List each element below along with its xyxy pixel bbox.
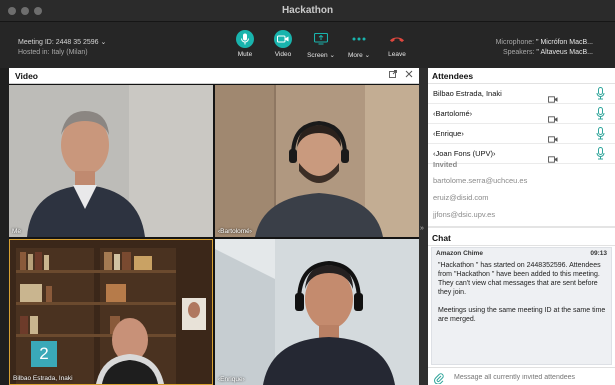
message-sender: Amazon Chime [436, 250, 483, 257]
hosted-in: Hosted in: Italy (Milan) [18, 49, 88, 56]
attendee-row[interactable]: ‹Enrique› [428, 124, 615, 144]
microphone-icon [596, 107, 605, 125]
participant-video [215, 85, 419, 237]
attendees-header: Attendees [428, 68, 615, 84]
meeting-info: Meeting ID: 2448 35 2596 ⌄ Hosted in: It… [18, 38, 106, 58]
leave-label: Leave [388, 51, 406, 58]
attendee-list: Bilbao Estrada, Inaki ‹Bartolomé› ‹Enriq… [428, 84, 615, 164]
chat-header: Chat [428, 230, 615, 246]
speakers-value: " Altaveus MacB... [536, 49, 593, 56]
attendees-title: Attendees [432, 71, 474, 81]
attendee-name: ‹Joan Fons (UPV)› [433, 149, 496, 158]
meeting-id[interactable]: Meeting ID: 2448 35 2596 ⌄ [18, 38, 106, 48]
attachment-icon[interactable] [434, 371, 444, 385]
invited-item[interactable]: eruiz@disid.com [433, 193, 489, 202]
section-divider[interactable] [428, 226, 615, 228]
message-body: "Hackathon " has started on 2448352596. … [438, 261, 608, 324]
invited-heading: Invited [433, 160, 458, 169]
call-controls: Mute Video Screen ⌄ More ⌄ Leave [226, 30, 416, 59]
video-tile-me[interactable]: Me [9, 85, 213, 237]
microphone-icon [596, 127, 605, 145]
speakers-label: Speakers: [502, 49, 535, 56]
chat-message: Amazon Chime 09:13 "Hackathon " has star… [431, 247, 612, 365]
more-label: More ⌄ [347, 52, 371, 59]
attendee-name: Bilbao Estrada, Inaki [433, 89, 502, 98]
title-bar: Hackathon [0, 0, 615, 22]
video-camera-icon [274, 30, 292, 48]
tile-label: Bilbao Estrada, Inaki [13, 375, 73, 382]
video-camera-icon [548, 150, 558, 168]
screen-share-button[interactable]: Screen ⌄ [302, 30, 340, 59]
video-panel-header: Video [9, 68, 419, 84]
microphone-selector[interactable]: Microphone: " Micrófon MacB... [496, 38, 593, 48]
video-panel-actions [389, 70, 413, 80]
screen-label: Screen ⌄ [307, 52, 335, 59]
pop-out-icon[interactable] [389, 70, 397, 80]
window-title: Hackathon [281, 5, 334, 16]
microphone-icon [236, 30, 254, 48]
message-paragraph: Meetings using the same meeting ID at th… [438, 307, 606, 323]
speakers-selector[interactable]: Speakers: " Altaveus MacB... [496, 48, 593, 58]
invited-item[interactable]: jjfons@dsic.upv.es [433, 210, 495, 219]
more-button[interactable]: More ⌄ [340, 30, 378, 59]
mute-label: Mute [237, 51, 253, 58]
tile-label: ‹Enrique› [218, 376, 245, 383]
chime-window: Hackathon Meeting ID: 2448 35 2596 ⌄ Hos… [0, 0, 615, 385]
attendee-name: ‹Bartolomé› [433, 109, 473, 118]
attendee-row[interactable]: Bilbao Estrada, Inaki [428, 84, 615, 104]
side-panel: Attendees Bilbao Estrada, Inaki ‹Bartolo… [428, 68, 615, 385]
participant-video [215, 239, 419, 385]
microphone-icon [596, 147, 605, 165]
video-panel-title: Video [15, 71, 38, 81]
microphone-label: Microphone: [495, 39, 535, 46]
attendee-name: ‹Enrique› [433, 129, 464, 138]
chat-title: Chat [432, 233, 451, 243]
video-tile-bartolome[interactable]: ‹Bartolomé› [215, 85, 419, 237]
tile-label: ‹Bartolomé› [218, 228, 252, 235]
attendee-row[interactable]: ‹Bartolomé› [428, 104, 615, 124]
more-dots-icon [350, 30, 368, 48]
message-time: 09:13 [590, 250, 607, 257]
chevron-left-icon: » [420, 225, 424, 232]
hang-up-icon [388, 30, 406, 48]
microphone-icon [596, 87, 605, 105]
video-panel: Video Me ‹Bartolomé› Bilbao Estrada, Ina… [9, 68, 419, 385]
tile-label: Me [12, 228, 22, 235]
audio-devices: Microphone: " Micrófon MacB... Speakers:… [496, 38, 593, 58]
chat-message-input[interactable] [454, 371, 612, 383]
mute-button[interactable]: Mute [226, 30, 264, 59]
meeting-toolbar: Meeting ID: 2448 35 2596 ⌄ Hosted in: It… [0, 22, 615, 68]
leave-button[interactable]: Leave [378, 30, 416, 59]
invited-item[interactable]: bartolome.serra@uchceu.es [433, 176, 527, 185]
video-button[interactable]: Video [264, 30, 302, 59]
message-paragraph: "Hackathon " has started on 2448352596. … [438, 262, 601, 296]
screen-share-icon [312, 30, 330, 48]
video-label: Video [274, 51, 292, 58]
microphone-value: " Micrófon MacB... [536, 39, 593, 46]
video-tile-enrique[interactable]: ‹Enrique› [215, 239, 419, 385]
panel-resize-handle[interactable]: » [419, 68, 428, 385]
figure-badge: 2 [31, 341, 57, 367]
chat-composer [428, 367, 615, 385]
participant-video [9, 85, 213, 237]
close-icon[interactable] [405, 70, 413, 80]
